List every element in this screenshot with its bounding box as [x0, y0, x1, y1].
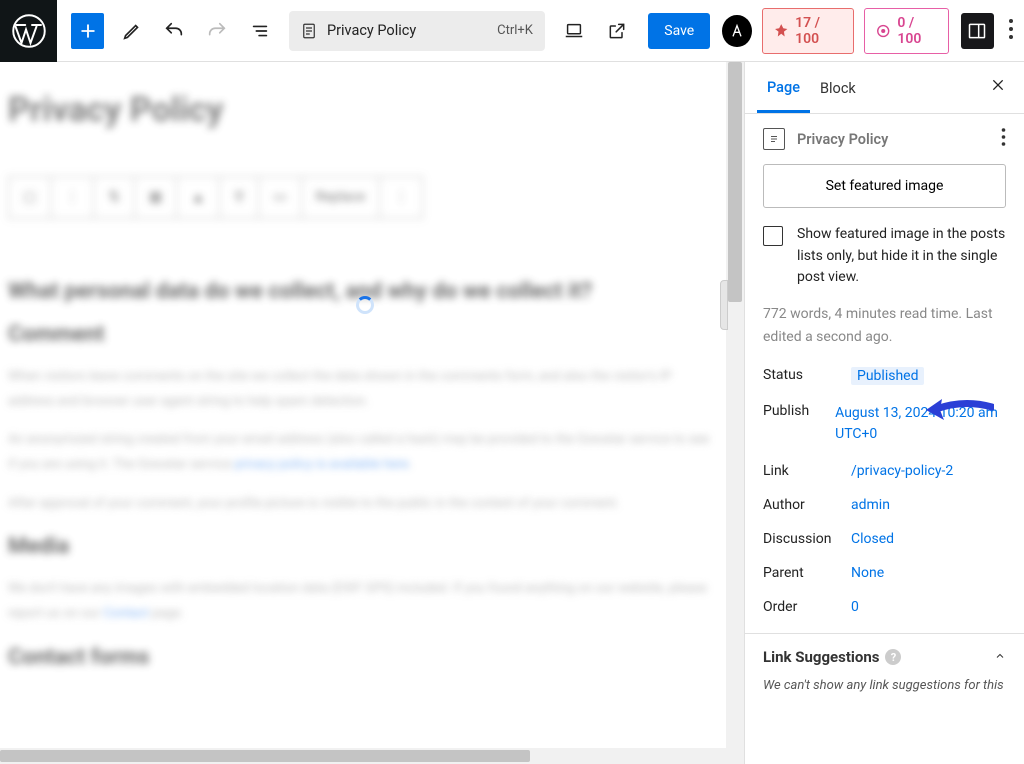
letter-a-icon [729, 23, 745, 39]
hide-featured-checkbox[interactable] [763, 226, 783, 246]
document-summary-row: Privacy Policy [763, 128, 1006, 150]
add-block-button[interactable] [71, 13, 104, 49]
laptop-icon [563, 20, 585, 42]
sidebar-resize-handle[interactable] [720, 280, 728, 330]
plugin-a-button[interactable] [722, 15, 751, 47]
panel-icon [967, 21, 987, 41]
plus-icon [78, 21, 98, 41]
close-sidebar-button[interactable] [984, 73, 1012, 102]
link-value[interactable]: /privacy-policy-2 [851, 463, 953, 479]
view-page-button[interactable] [598, 10, 637, 52]
view-desktop-button[interactable] [555, 10, 594, 52]
page-title-pill[interactable]: Privacy Policy Ctrl+K [289, 11, 545, 51]
tab-page[interactable]: Page [757, 63, 810, 113]
annotation-arrow [924, 395, 994, 429]
redo-button[interactable] [198, 10, 237, 52]
help-icon[interactable]: ? [885, 649, 901, 665]
dots-vertical-icon [1001, 128, 1006, 146]
chevron-up-icon [994, 648, 1006, 666]
vertical-scrollbar[interactable] [726, 62, 744, 764]
seo-score-badge[interactable]: 17 / 100 [762, 8, 854, 54]
external-link-icon [607, 21, 627, 41]
document-meta-text: 772 words, 4 minutes read time. Last edi… [763, 303, 1006, 349]
save-button[interactable]: Save [648, 13, 710, 49]
tab-block[interactable]: Block [810, 64, 866, 111]
page-heading: Privacy Policy [8, 90, 714, 130]
undo-icon [163, 20, 185, 42]
page-icon [763, 128, 785, 150]
top-toolbar: Privacy Policy Ctrl+K Save 17 / 100 0 / … [0, 0, 1024, 62]
pencil-icon [121, 20, 143, 42]
options-menu[interactable] [1008, 18, 1014, 44]
block-toolbar[interactable]: ▢⋮⇅ ▦▲⚲▭ Replace ⋮ [8, 176, 423, 219]
link-suggestions-toggle[interactable]: Link Suggestions ? [763, 648, 1006, 666]
document-overview-button[interactable] [240, 10, 279, 52]
page-title-text: Privacy Policy [327, 22, 416, 39]
order-value[interactable]: 0 [851, 599, 859, 615]
undo-button[interactable] [155, 10, 194, 52]
page-icon [297, 19, 321, 43]
horizontal-scrollbar[interactable] [0, 748, 726, 764]
settings-sidebar-toggle[interactable] [961, 13, 994, 49]
target-icon [875, 22, 891, 40]
edit-button[interactable] [112, 10, 151, 52]
redo-icon [206, 20, 228, 42]
document-actions-menu[interactable] [1001, 128, 1006, 150]
close-icon [990, 77, 1006, 93]
dots-vertical-icon [1008, 18, 1014, 40]
link-suggestions-panel: Link Suggestions ? We can't show any lin… [745, 633, 1024, 693]
shortcut-label: Ctrl+K [497, 23, 533, 38]
hide-featured-label: Show featured image in the posts lists o… [797, 224, 1006, 289]
ai-score-badge[interactable]: 0 / 100 [864, 8, 949, 54]
parent-value[interactable]: None [851, 565, 884, 581]
pin-icon [773, 22, 789, 40]
author-value[interactable]: admin [851, 497, 890, 513]
set-featured-image-button[interactable]: Set featured image [763, 164, 1006, 208]
discussion-value[interactable]: Closed [851, 531, 894, 547]
status-value[interactable]: Published [851, 367, 924, 385]
loading-spinner [356, 296, 374, 314]
editor-canvas[interactable]: Privacy Policy ▢⋮⇅ ▦▲⚲▭ Replace ⋮ What p… [0, 62, 726, 764]
list-icon [249, 20, 271, 42]
wordpress-logo[interactable] [0, 0, 57, 62]
sidebar-tabs: Page Block [745, 62, 1024, 114]
